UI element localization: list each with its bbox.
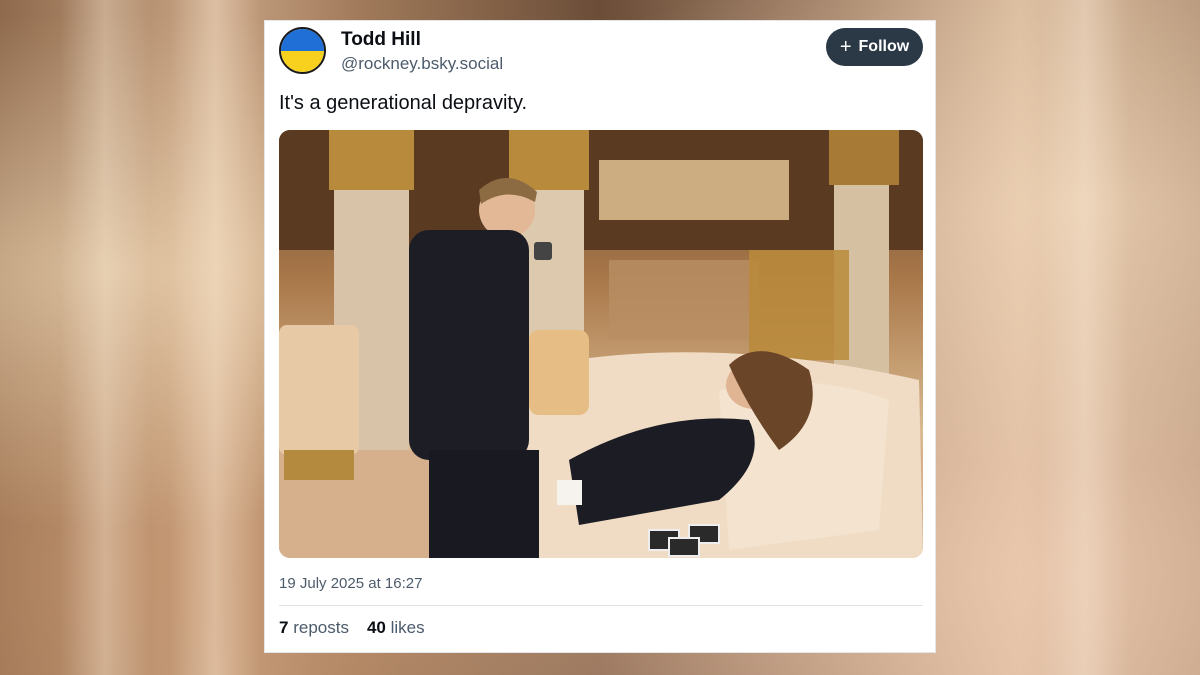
- follow-label: Follow: [858, 38, 910, 55]
- engagement-stats: 7 reposts 40 likes: [279, 618, 425, 638]
- divider: [279, 605, 923, 606]
- likes-stat[interactable]: 40 likes: [367, 618, 425, 638]
- likes-count: 40: [366, 618, 386, 637]
- avatar-flag-yellow: [281, 50, 324, 72]
- author-name[interactable]: Todd Hill: [341, 29, 421, 51]
- background-column: [1040, 0, 1130, 675]
- post-card: Todd Hill @rockney.bsky.social + Follow …: [264, 20, 936, 653]
- post-image[interactable]: [279, 130, 923, 558]
- post-timestamp[interactable]: 19 July 2025 at 16:27: [279, 575, 422, 592]
- avatar[interactable]: [279, 27, 326, 74]
- reposts-label: reposts: [293, 618, 349, 637]
- post-image-illustration: [279, 130, 923, 558]
- post-text: It's a generational depravity.: [279, 92, 528, 114]
- reposts-stat[interactable]: 7 reposts: [279, 618, 349, 638]
- author-handle[interactable]: @rockney.bsky.social: [341, 54, 503, 74]
- plus-icon: +: [839, 36, 852, 58]
- follow-button[interactable]: + Follow: [826, 28, 923, 66]
- background-column: [60, 0, 150, 675]
- likes-label: likes: [390, 618, 425, 637]
- avatar-flag-blue: [281, 29, 324, 51]
- reposts-count: 7: [279, 618, 289, 637]
- background-column: [170, 0, 260, 675]
